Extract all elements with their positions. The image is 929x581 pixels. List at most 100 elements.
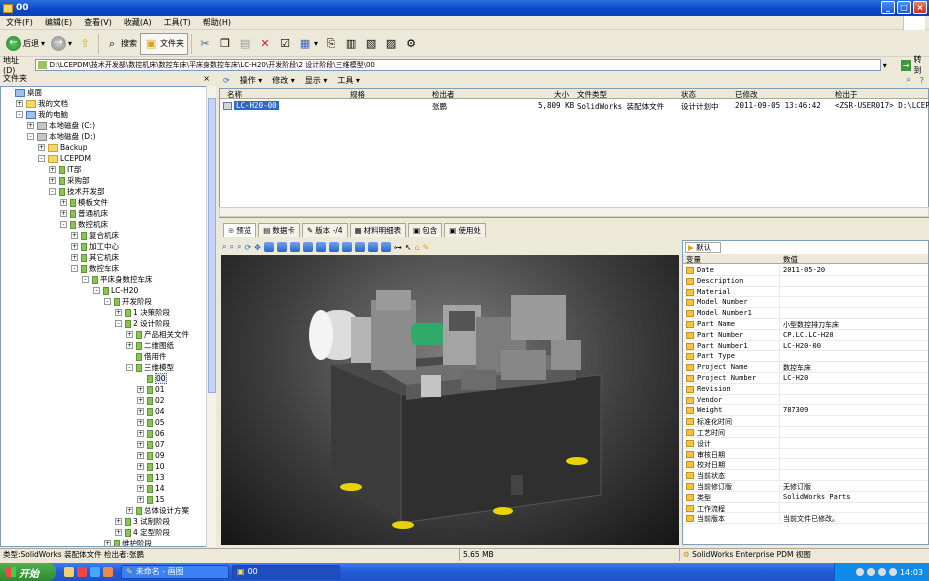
tab-version[interactable]: ✎ 版本 -/4 [301, 223, 348, 237]
command-display[interactable]: 显示 ▾ [305, 75, 328, 86]
task-explorer[interactable]: ▣ 00 [232, 565, 340, 579]
file-name[interactable]: LC-H20-00 [234, 101, 279, 110]
tree-item[interactable]: + 加工中心 [71, 241, 119, 252]
expand-icon[interactable]: + [71, 243, 78, 250]
home-view-icon[interactable]: ⌂ [415, 243, 420, 252]
property-row[interactable]: Date 2011-05-20 [683, 265, 928, 276]
expand-icon[interactable]: + [137, 441, 144, 448]
expand-icon[interactable]: + [38, 144, 45, 151]
paste-button[interactable]: ▤ [235, 33, 255, 55]
property-row[interactable]: 类型 SolidWorks Parts [683, 491, 928, 503]
menu-help[interactable]: 帮助(H) [197, 17, 237, 28]
maximize-button[interactable]: □ [897, 1, 911, 14]
address-dropdown-icon[interactable]: ▾ [883, 61, 887, 70]
tree-item[interactable]: + 普通机床 [60, 208, 108, 219]
property-row[interactable]: Model Number [683, 297, 928, 309]
file-row[interactable]: LC-H20-00 张鹏 5,809 KB SolidWorks 装配体文件 设… [220, 101, 929, 111]
tree-item[interactable]: + 二维图纸 [126, 340, 174, 351]
tree-item[interactable]: + 本地磁盘 (C:) [27, 120, 95, 131]
expand-icon[interactable]: + [137, 386, 144, 393]
menu-file[interactable]: 文件(F) [0, 17, 39, 28]
tab-default[interactable]: ▶ 默认 [685, 242, 721, 253]
command-modify[interactable]: 修改 ▾ [272, 75, 295, 86]
tree-item[interactable]: - LCEPDM [38, 153, 91, 164]
expand-icon[interactable]: + [60, 210, 67, 217]
tray-icon[interactable] [866, 568, 875, 576]
copy-button[interactable]: ❐ [215, 33, 235, 55]
collapse-icon[interactable]: - [16, 111, 23, 118]
tree-item[interactable]: +07 [137, 439, 165, 450]
zoom-in-out-icon[interactable]: ⌕ [237, 242, 241, 252]
property-row[interactable]: 当前状态 [683, 470, 928, 481]
quick-launch-icon[interactable] [77, 567, 87, 577]
tree-item[interactable]: + 复合机床 [71, 230, 119, 241]
view-front-icon[interactable] [263, 242, 274, 252]
tree-item[interactable]: 桌面 [5, 87, 42, 98]
column-checked-out-by[interactable]: 检出者 [432, 89, 455, 100]
expand-icon[interactable]: + [27, 122, 34, 129]
tab-datacard[interactable]: ▤ 数据卡 [258, 223, 300, 237]
select-icon[interactable]: ↖ [405, 243, 412, 252]
tray-icon[interactable] [888, 568, 897, 576]
tree-item[interactable]: +3 试制阶段 [115, 516, 170, 527]
tree-item[interactable]: - 本地磁盘 (D:) [27, 131, 96, 142]
folder-tree[interactable]: 桌面 + 我的文档 - 我的电脑 + 本地磁盘 (C:) - 本地磁盘 (D:) + Backup -… [0, 86, 216, 547]
pan-icon[interactable]: ✥ [254, 243, 261, 252]
property-row[interactable]: 校对日期 [683, 459, 928, 471]
property-row[interactable]: 当前修订版 无修订版 [683, 481, 928, 492]
tab-preview[interactable]: ⊕ 预览 [223, 223, 257, 237]
pdm-tool-4[interactable]: ▨ [381, 33, 401, 55]
tree-item[interactable]: +1 决策阶段 [115, 307, 170, 318]
shaded-icon[interactable] [380, 242, 391, 252]
expand-icon[interactable]: + [137, 419, 144, 426]
collapse-icon[interactable]: - [104, 298, 111, 305]
minimize-button[interactable]: _ [881, 1, 895, 14]
tree-item[interactable]: - 2 设计阶段 [115, 318, 170, 329]
tree-item[interactable]: - 开发阶段 [104, 296, 152, 307]
properties-button[interactable]: ☑ [275, 33, 295, 55]
pdm-tool-2[interactable]: ▥ [341, 33, 361, 55]
tree-item[interactable]: +04 [137, 406, 165, 417]
task-paint[interactable]: ✎ 未命名 - 画图 [121, 565, 229, 579]
column-spec[interactable]: 规格 [350, 89, 365, 100]
forward-button[interactable]: → ▾ [48, 33, 75, 55]
property-row[interactable]: 审核日期 [683, 448, 928, 460]
expand-icon[interactable]: + [71, 232, 78, 239]
tray-icon[interactable] [855, 568, 864, 576]
column-size[interactable]: 大小 [554, 89, 569, 100]
address-field[interactable]: D:\LCEPDM\技术开发部\数控机床\数控车床\平床身数控车床\LC-H20… [34, 59, 881, 71]
column-value[interactable]: 数值 [783, 254, 798, 265]
expand-icon[interactable]: + [126, 342, 133, 349]
expand-icon[interactable]: + [137, 463, 144, 470]
property-row[interactable]: Project Name 数控车床 [683, 362, 928, 373]
collapse-icon[interactable]: - [38, 155, 45, 162]
tree-item[interactable]: + Backup [38, 142, 88, 153]
collapse-icon[interactable]: - [60, 221, 67, 228]
tree-item[interactable]: +15 [137, 494, 165, 505]
tab-contains[interactable]: ▣ 包含 [408, 223, 443, 237]
expand-icon[interactable]: + [71, 254, 78, 261]
tree-item[interactable]: +06 [137, 428, 165, 439]
view-back-icon[interactable] [276, 242, 287, 252]
property-row[interactable]: Revision [683, 383, 928, 395]
pdm-tool-5[interactable]: ⚙ [401, 33, 421, 55]
property-row[interactable]: 标准化时间 [683, 416, 928, 427]
expand-icon[interactable]: + [60, 199, 67, 206]
menu-view[interactable]: 查看(V) [78, 17, 118, 28]
property-row[interactable]: Part Name 小型数控排刀车床 [683, 319, 928, 330]
tab-where-used[interactable]: ▣ 使用处 [444, 223, 486, 237]
view-bottom-icon[interactable] [328, 242, 339, 252]
collapse-icon[interactable]: - [126, 364, 133, 371]
expand-icon[interactable]: + [104, 540, 111, 546]
tree-item[interactable]: - 平床身数控车床 [82, 274, 153, 285]
view-top-icon[interactable] [315, 242, 326, 252]
zoom-to-fit-icon[interactable]: ⌕ [222, 242, 226, 252]
expand-icon[interactable]: + [126, 507, 133, 514]
expand-icon[interactable]: + [115, 529, 122, 536]
view-trimetric-icon[interactable] [354, 242, 365, 252]
quick-launch-icon[interactable] [90, 567, 100, 577]
search-button[interactable]: ⌕ 搜索 [102, 33, 140, 55]
view-iso-icon[interactable] [341, 242, 352, 252]
expand-icon[interactable]: + [16, 100, 23, 107]
command-operations[interactable]: 操作 ▾ [240, 75, 263, 86]
